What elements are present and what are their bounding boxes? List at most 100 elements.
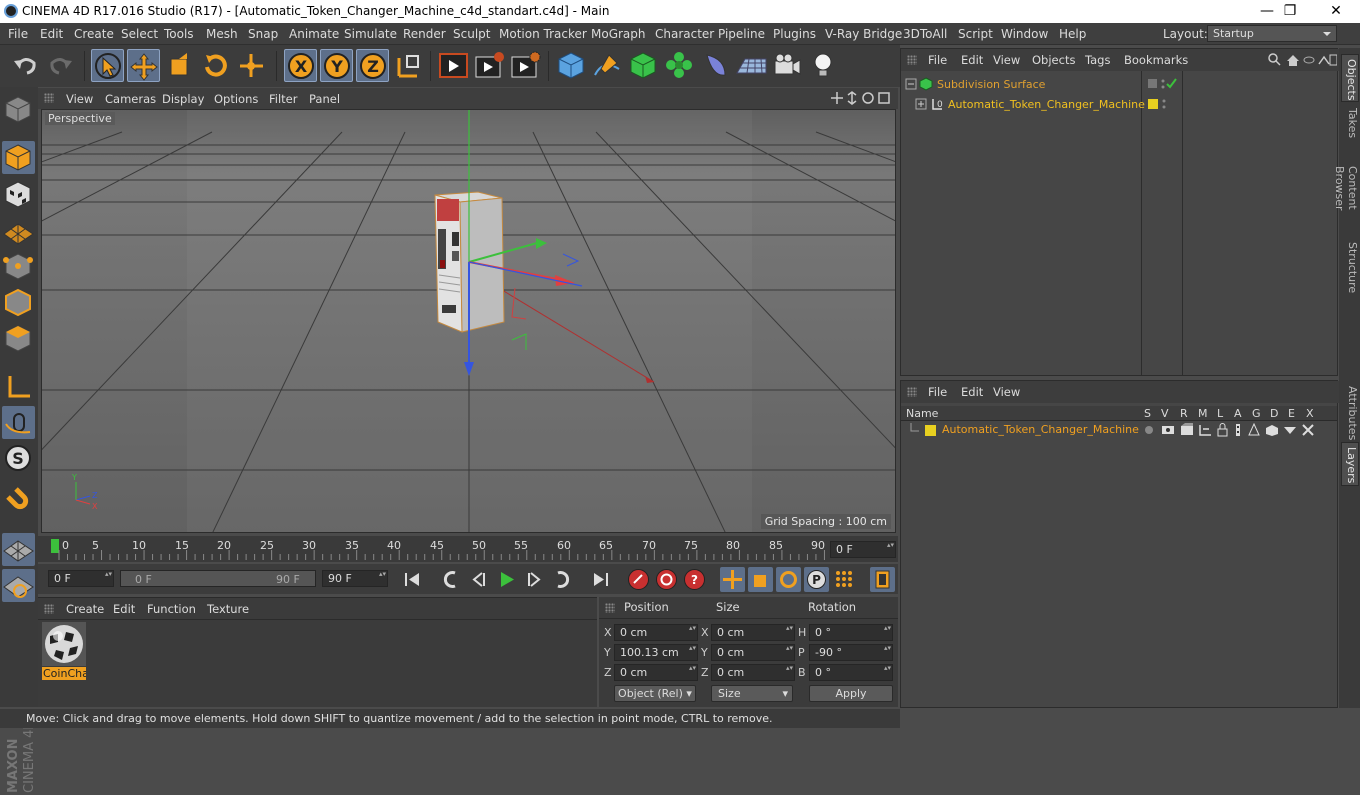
coordinates-panel-grip-icon[interactable]	[605, 603, 615, 613]
model-mode-icon[interactable]	[2, 141, 35, 174]
key-position-icon[interactable]	[720, 567, 745, 592]
col-animation[interactable]: A	[1234, 407, 1242, 420]
view-toggle-icon[interactable]	[1162, 426, 1174, 434]
position-z-field[interactable]: 0 cm	[614, 664, 698, 681]
points-mode-icon[interactable]	[2, 250, 35, 283]
tab-objects[interactable]: Objects	[1341, 54, 1359, 102]
home-icon[interactable]	[1287, 55, 1299, 66]
camera-icon[interactable]	[771, 49, 804, 82]
y-axis-lock-button[interactable]: Y	[320, 49, 353, 82]
menu-create[interactable]: Create	[74, 27, 114, 41]
menu-file[interactable]: File	[8, 27, 28, 41]
menu-edit[interactable]: Edit	[40, 27, 63, 41]
coordinate-system-icon[interactable]	[392, 49, 425, 82]
render-picture-viewer-icon[interactable]	[473, 49, 506, 82]
render-view-icon[interactable]	[437, 49, 470, 82]
animation-toggle-icon[interactable]	[1236, 424, 1240, 436]
material-menu-create[interactable]: Create	[66, 602, 104, 616]
cube-primitive-icon[interactable]	[555, 49, 588, 82]
coordinate-mode-select[interactable]: Object (Rel) ▾	[614, 685, 696, 702]
object-row-subdivision[interactable]: Subdivision Surface	[901, 75, 1337, 93]
tweak-mode-icon[interactable]	[2, 406, 35, 439]
viewport-menu-cameras[interactable]: Cameras	[105, 92, 156, 106]
objects-menu-tags[interactable]: Tags	[1085, 53, 1110, 67]
material-panel-grip-icon[interactable]	[44, 604, 54, 614]
collapse-toggle-icon[interactable]	[905, 78, 917, 90]
prev-frame-icon[interactable]	[466, 567, 491, 592]
keyframe-selection-icon[interactable]: ?	[682, 567, 707, 592]
size-x-field[interactable]: 0 cm	[711, 624, 795, 641]
layers-menu-view[interactable]: View	[993, 385, 1020, 399]
objects-menu-objects[interactable]: Objects	[1032, 53, 1075, 67]
select-arrow-icon[interactable]	[91, 49, 124, 82]
key-pla-icon[interactable]	[832, 567, 857, 592]
menu-window[interactable]: Window	[1001, 27, 1048, 41]
cloner-icon[interactable]	[663, 49, 696, 82]
col-render[interactable]: R	[1180, 407, 1188, 420]
current-frame-field[interactable]: 0 F	[830, 541, 896, 558]
menu-mograph[interactable]: MoGraph	[591, 27, 646, 41]
objects-menu-edit[interactable]: Edit	[961, 53, 983, 67]
viewport-menu-panel[interactable]: Panel	[309, 92, 340, 106]
perspective-viewport[interactable]: Y Z X Perspective Grid Spacing : 100 cm	[41, 109, 896, 533]
menu-snap[interactable]: Snap	[248, 27, 278, 41]
layer-name[interactable]: Automatic_Token_Changer_Machine	[942, 423, 1139, 436]
workplane-icon[interactable]	[2, 214, 35, 247]
new-view-icon[interactable]	[1329, 54, 1337, 66]
x-axis-lock-button[interactable]: X	[284, 49, 317, 82]
menu-vray-bridge[interactable]: V-Ray Bridge	[825, 27, 902, 41]
start-frame-field[interactable]: 0 F	[48, 570, 114, 587]
material-menu-texture[interactable]: Texture	[207, 602, 249, 616]
texture-mode-icon[interactable]	[2, 178, 35, 211]
col-deformers[interactable]: D	[1270, 407, 1278, 420]
size-mode-select[interactable]: Size ▾	[711, 685, 793, 702]
expressions-toggle-icon[interactable]	[1284, 427, 1296, 434]
expand-toggle-icon[interactable]	[915, 98, 927, 110]
col-generators[interactable]: G	[1252, 407, 1261, 420]
grid-lock-icon[interactable]	[2, 569, 35, 602]
floor-icon[interactable]	[735, 49, 768, 82]
up-arrow-icon[interactable]	[1318, 55, 1330, 65]
maximize-button[interactable]: ❐	[1267, 0, 1313, 23]
playhead-marker[interactable]	[51, 539, 59, 553]
next-keyframe-icon[interactable]	[550, 567, 575, 592]
xref-toggle-icon[interactable]	[1302, 424, 1314, 436]
viewport-menu-display[interactable]: Display	[162, 92, 204, 106]
col-locked[interactable]: L	[1217, 407, 1223, 420]
menu-pipeline[interactable]: Pipeline	[718, 27, 765, 41]
frame-range-slider[interactable]: 0 F 90 F	[120, 570, 316, 587]
multi-transform-icon[interactable]	[235, 49, 268, 82]
viewport-menu-view[interactable]: View	[66, 92, 93, 106]
prev-keyframe-icon[interactable]	[438, 567, 463, 592]
tab-attributes[interactable]: Attributes	[1341, 382, 1359, 442]
menu-help[interactable]: Help	[1059, 27, 1086, 41]
tab-layers[interactable]: Layers	[1341, 442, 1359, 486]
col-xref[interactable]: X	[1306, 407, 1314, 420]
layers-menu-file[interactable]: File	[928, 385, 947, 399]
objects-panel-grip-icon[interactable]	[907, 55, 917, 65]
deformers-toggle-icon[interactable]	[1266, 425, 1278, 436]
menu-animate[interactable]: Animate	[289, 27, 339, 41]
menu-tools[interactable]: Tools	[164, 27, 194, 41]
viewport-rotate-icon[interactable]	[862, 92, 874, 104]
redo-icon[interactable]	[44, 49, 77, 82]
size-z-field[interactable]: 0 cm	[711, 664, 795, 681]
rotation-h-field[interactable]: 0 °	[809, 624, 893, 641]
col-view[interactable]: V	[1161, 407, 1169, 420]
viewport-menu-filter[interactable]: Filter	[269, 92, 297, 106]
menu-motion-tracker[interactable]: Motion Tracker	[499, 27, 587, 41]
viewport-maximize-icon[interactable]	[878, 92, 890, 104]
close-button[interactable]: ✕	[1313, 0, 1359, 23]
apply-button[interactable]: Apply	[809, 685, 893, 702]
floor-grid-icon[interactable]	[2, 533, 35, 566]
menu-mesh[interactable]: Mesh	[206, 27, 238, 41]
record-keys-icon[interactable]	[626, 567, 651, 592]
lock-toggle-icon[interactable]	[1217, 423, 1228, 437]
material-menu-function[interactable]: Function	[147, 602, 196, 616]
col-expressions[interactable]: E	[1288, 407, 1295, 420]
key-parameter-icon[interactable]: P	[804, 567, 829, 592]
end-frame-field[interactable]: 90 F	[322, 570, 388, 587]
generators-toggle-icon[interactable]	[1248, 423, 1260, 436]
undo-icon[interactable]	[9, 49, 42, 82]
make-editable-icon[interactable]	[2, 93, 35, 126]
